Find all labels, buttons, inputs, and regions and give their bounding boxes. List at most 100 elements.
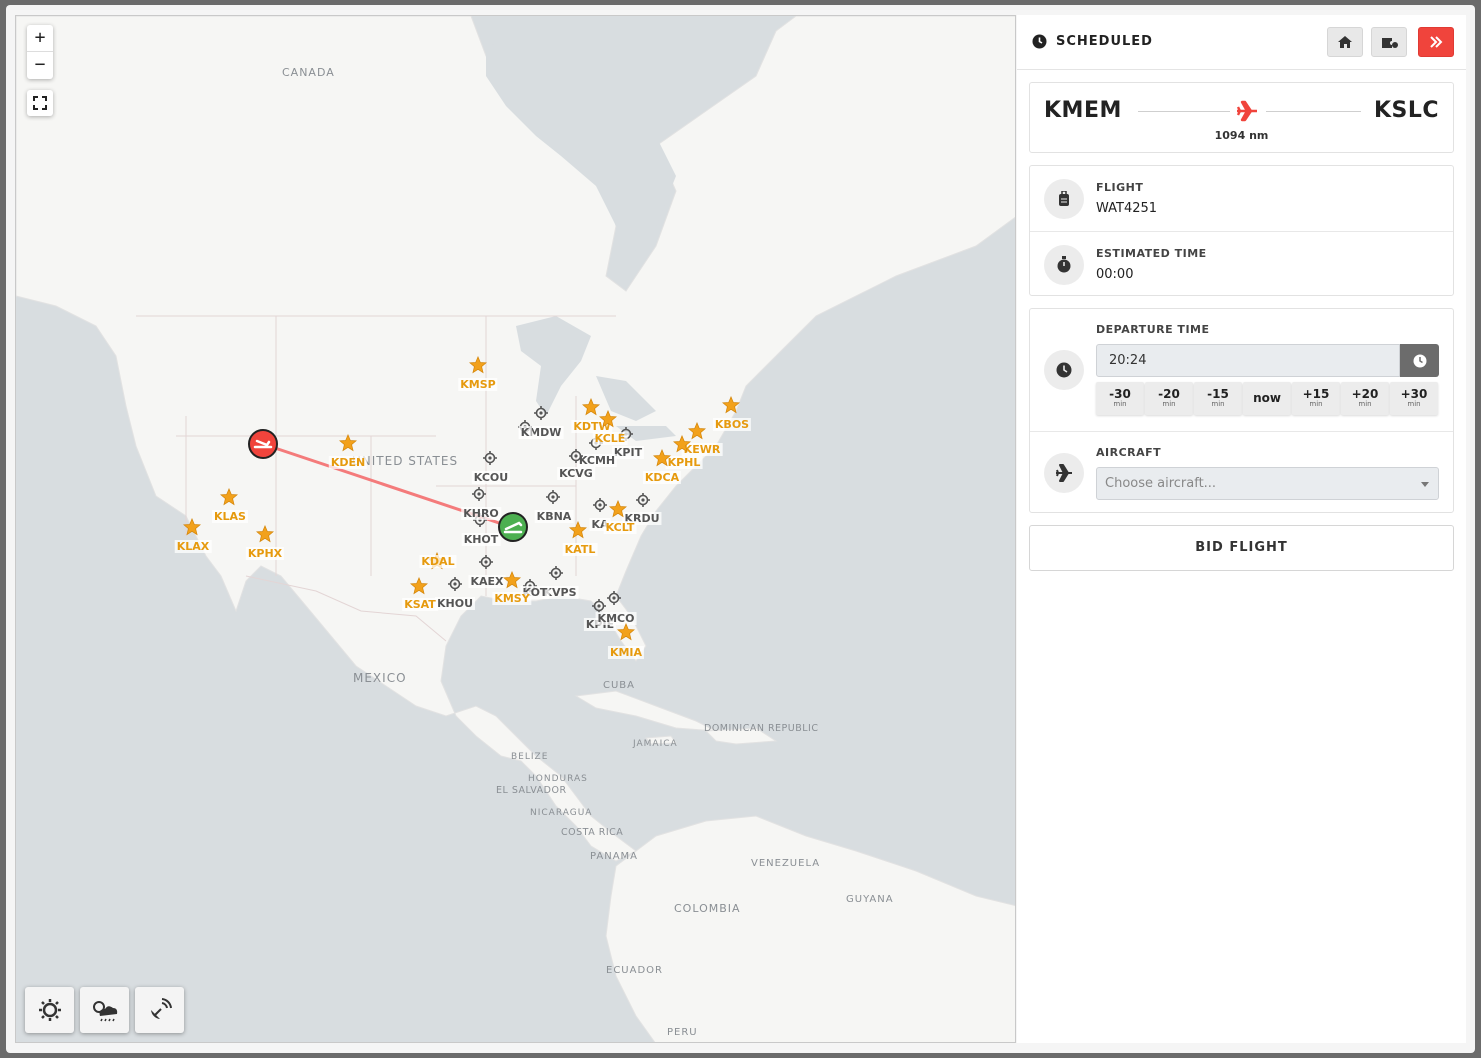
departure-marker-icon[interactable] [497,511,529,543]
airport-target-icon[interactable] [549,566,563,580]
airport-label: KLAX [174,540,212,553]
departure-row: DEPARTURE TIME 20:24 -30 min -20 min -15 min n… [1030,309,1453,431]
airport-target-icon[interactable] [607,591,621,605]
airport-star-icon[interactable] [220,488,238,506]
day-night-icon [38,999,61,1021]
time-adjust-button[interactable]: +15 min [1292,382,1340,415]
time-adjust-value: -30 [1109,387,1131,401]
bid-flight-button[interactable]: BID FLIGHT [1029,525,1454,571]
airport-star-icon[interactable] [183,518,201,536]
airport-label: K [518,426,532,439]
airport-star-icon[interactable] [569,521,587,539]
departure-time-input[interactable]: 20:24 [1096,344,1400,377]
time-adjust-button[interactable]: -20 min [1145,382,1193,415]
aircraft-row: AIRCRAFT Choose aircraft... [1030,431,1453,513]
label-united-states: UNITED STATES [352,454,459,468]
route-map[interactable]: CANADA UNITED STATES MEXICO CUBA JAMAICA… [15,15,1016,1043]
time-adjust-button[interactable]: -30 min [1096,382,1144,415]
collapse-panel-button[interactable] [1418,27,1454,57]
schedule-card: DEPARTURE TIME 20:24 -30 min -20 min -15 min n… [1029,308,1454,513]
estimated-time-row: ESTIMATED TIME 00:00 [1030,231,1453,296]
airport-target-icon[interactable] [546,490,560,504]
label-dominican-republic: DOMINICAN REPUBLIC [704,723,819,734]
zoom-out-button[interactable]: − [27,52,53,79]
ticket-button[interactable] [1371,27,1407,57]
flight-info-card: FLIGHT WAT4251 ESTIMATED TIME 00:00 [1029,165,1454,296]
fullscreen-button[interactable] [27,90,53,116]
time-adjust-value: -20 [1158,387,1180,401]
flight-label: FLIGHT [1096,181,1144,194]
label-nicaragua: NICARAGUA [530,808,593,818]
airport-label: KCOU [471,471,511,484]
label-honduras: HONDURAS [528,774,588,784]
map-tools [25,987,184,1033]
airport-target-icon[interactable] [592,599,606,613]
airport-star-icon[interactable] [653,449,671,467]
airport-target-icon[interactable] [569,449,583,463]
time-adjust-unit: min [1211,400,1225,408]
collapse-icon [1430,36,1443,48]
time-picker-button[interactable] [1400,344,1439,377]
satellite-button[interactable] [135,987,184,1033]
status-label: SCHEDULED [1056,34,1153,49]
airport-label: KLAS [212,510,248,523]
label-jamaica: JAMAICA [633,739,678,749]
airport-target-icon[interactable] [472,487,486,501]
airport-label: KCLE [592,432,628,445]
airport-star-icon[interactable] [582,398,600,416]
route-line-left [1138,111,1230,112]
zoom-in-button[interactable]: + [27,25,53,52]
airport-label: KPHL [665,456,703,469]
airport-target-icon[interactable] [593,498,607,512]
weather-button[interactable] [80,987,129,1033]
airport-label: KPHX [245,547,285,560]
label-peru: PERU [667,1027,698,1038]
time-adjust-unit: min [1113,400,1127,408]
day-night-button[interactable] [25,987,74,1033]
time-adjust-button[interactable]: now [1243,382,1291,415]
airport-label: KBOS [712,418,752,431]
airport-label: KHOU [434,597,476,610]
airport-star-icon[interactable] [256,525,274,543]
panel-header: SCHEDULED [1017,15,1466,70]
time-adjust-button[interactable]: -15 min [1194,382,1242,415]
time-adjust-unit: min [1358,400,1372,408]
fullscreen-icon [33,96,47,110]
origin-code: KMEM [1044,98,1122,123]
airport-star-icon[interactable] [503,571,521,589]
airport-star-icon[interactable] [599,410,617,428]
departure-time-label: DEPARTURE TIME [1096,323,1210,336]
satellite-icon [150,998,172,1019]
airport-star-icon[interactable] [722,396,740,414]
row-icon-bg [1044,245,1084,285]
row-icon-bg [1044,350,1084,390]
chevron-down-icon [1421,482,1429,487]
aircraft-select[interactable]: Choose aircraft... [1096,467,1439,500]
airport-label: KMIA [607,646,645,659]
label-venezuela: VENEZUELA [751,858,821,869]
airport-target-icon[interactable] [636,493,650,507]
airport-star-icon[interactable] [410,577,428,595]
status: SCHEDULED [1032,34,1153,49]
arrival-marker-icon[interactable] [247,428,279,460]
airport-target-icon[interactable] [479,555,493,569]
north-america-land [16,16,1015,862]
airport-star-icon[interactable] [673,435,691,453]
airport-label: KAEX [468,575,506,588]
time-adjust-button[interactable]: +20 min [1341,382,1389,415]
airport-star-icon[interactable] [339,434,357,452]
airport-star-icon[interactable] [609,500,627,518]
airport-target-icon[interactable] [534,406,548,420]
airport-target-icon[interactable] [483,451,497,465]
airport-label: KCVG [557,467,595,480]
time-adjust-value: now [1253,391,1281,405]
estimated-time-value: 00:00 [1096,267,1134,282]
time-adjust-button[interactable]: +30 min [1390,382,1438,415]
airport-star-icon[interactable] [469,356,487,374]
time-adjust-value: +30 [1400,387,1428,401]
airport-target-icon[interactable] [448,577,462,591]
airport-star-icon[interactable] [617,623,635,641]
flight-row: FLIGHT WAT4251 [1030,166,1453,231]
airport-label: KSAT [402,598,438,611]
home-button[interactable] [1327,27,1363,57]
